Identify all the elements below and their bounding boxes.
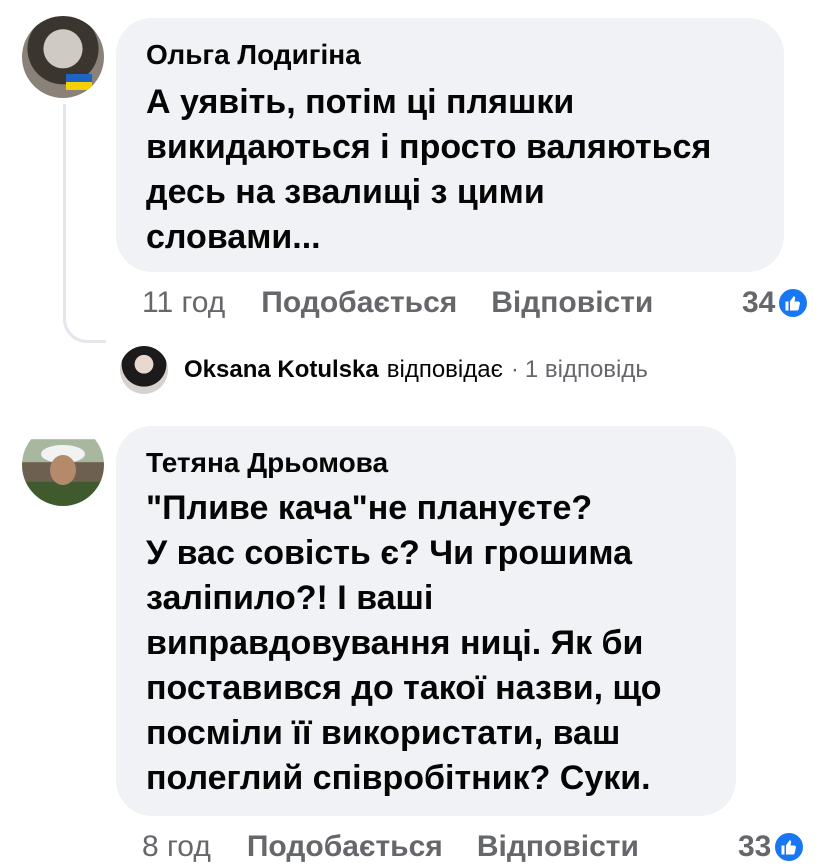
comment-text: "Пливе кача"не плануєте? У вас совість є… <box>146 489 662 797</box>
reaction-count[interactable]: 34 <box>742 284 810 322</box>
reply-separator: · <box>510 356 519 383</box>
reply-button[interactable]: Відповісти <box>477 830 639 864</box>
comment-time[interactable]: 11 год <box>142 286 225 320</box>
reaction-number: 34 <box>742 286 776 319</box>
comment-bubble: Ольга Лодигіна А уявіть, потім ці пляшки… <box>116 18 784 272</box>
reply-count: 1 відповідь <box>524 356 648 383</box>
reply-button[interactable]: Відповісти <box>491 286 653 320</box>
comment-bubble: Тетяна Дрьомова "Пливе кача"не плануєте?… <box>116 426 736 816</box>
reply-summary[interactable]: Oksana Kotulska відповідає · 1 відповідь <box>120 346 648 394</box>
comment-actions: 11 год Подобається Відповісти <box>142 284 653 322</box>
avatar-flag-icon <box>66 74 92 90</box>
like-button[interactable]: Подобається <box>247 830 443 864</box>
reaction-number: 33 <box>738 830 772 863</box>
like-thumb-icon <box>773 831 806 863</box>
thread-line <box>63 104 106 343</box>
avatar[interactable] <box>22 16 104 98</box>
reaction-count[interactable]: 33 <box>738 828 806 866</box>
comment-time[interactable]: 8 год <box>142 830 211 864</box>
like-button[interactable]: Подобається <box>261 286 457 320</box>
reply-avatar <box>120 346 168 394</box>
like-thumb-icon <box>777 287 810 319</box>
comment-author[interactable]: Тетяна Дрьомова <box>146 446 726 480</box>
comment-author[interactable]: Ольга Лодигіна <box>146 38 764 72</box>
avatar[interactable] <box>22 424 104 506</box>
comment-text: А уявіть, потім ці пляшки викидаються і … <box>146 83 712 256</box>
reply-action: відповідає <box>386 356 503 383</box>
avatar-cap-icon <box>41 445 85 485</box>
reply-author: Oksana Kotulska <box>184 356 379 383</box>
comment-actions: 8 год Подобається Відповісти <box>142 828 639 866</box>
